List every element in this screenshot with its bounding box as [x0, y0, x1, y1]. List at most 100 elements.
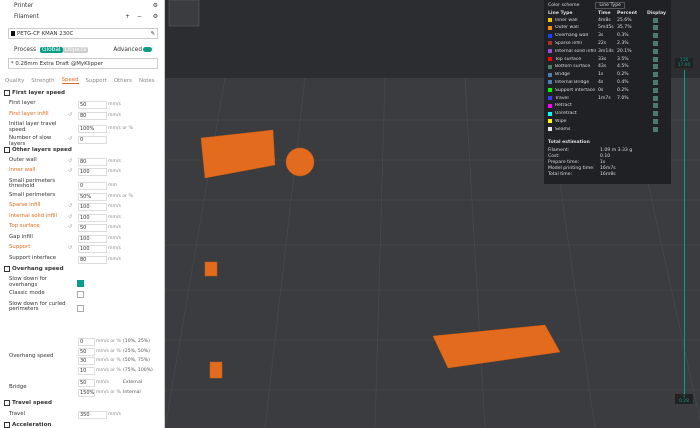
setting-input[interactable]: 100: [78, 245, 107, 253]
overhang-unit: mm/s or %: [96, 339, 121, 344]
display-checkbox[interactable]: [653, 40, 658, 46]
process-profile-select[interactable]: * 0.28mm Extra Draft @MyKlipper: [8, 58, 158, 69]
process-header: Process Global Objects Advanced: [0, 44, 164, 55]
overhang-input[interactable]: 10: [78, 366, 95, 375]
display-checkbox[interactable]: [653, 33, 658, 39]
printer-header[interactable]: Printer ⚙: [0, 0, 164, 11]
legend-row: Retract: [548, 103, 667, 109]
model-part-3[interactable]: [204, 261, 218, 277]
legend-swatch: [548, 119, 552, 124]
setting-input[interactable]: 100: [78, 234, 107, 243]
display-checkbox[interactable]: [653, 87, 658, 93]
filament-color-swatch: [11, 31, 15, 36]
display-checkbox[interactable]: [653, 118, 658, 124]
setting-input[interactable]: 50: [78, 224, 107, 232]
reset-icon[interactable]: ↺: [68, 168, 72, 174]
setting-input[interactable]: 100: [78, 213, 107, 222]
tab-others[interactable]: Others: [114, 78, 132, 84]
reset-icon[interactable]: ↺: [68, 245, 72, 251]
filament-select[interactable]: PETG-CF KMAN 230C ✎: [8, 28, 158, 39]
overhang-range: (10%, 25%): [123, 339, 150, 344]
display-checkbox[interactable]: [653, 79, 658, 85]
reset-icon[interactable]: ↺: [68, 214, 72, 220]
bridge-internal-input[interactable]: 150%: [78, 389, 95, 397]
filament-header[interactable]: Filament + − ⚙: [0, 11, 164, 22]
setting-input[interactable]: 0: [78, 181, 107, 190]
scheme-select[interactable]: Line Type: [595, 1, 626, 9]
travel-unit: mm/s: [108, 412, 121, 417]
reset-icon[interactable]: ↺: [68, 203, 72, 209]
legend-row: Support interface 0s 0.2%: [548, 87, 667, 93]
objects-toggle[interactable]: Objects: [62, 46, 89, 53]
model-part-1[interactable]: [200, 129, 276, 179]
display-checkbox[interactable]: [653, 17, 658, 23]
setting-input[interactable]: 100: [78, 203, 107, 211]
overhang-input[interactable]: 30: [78, 357, 95, 365]
reset-icon[interactable]: ↺: [68, 224, 72, 230]
layer-slider[interactable]: 116 17.00 1 0.28: [675, 58, 693, 408]
legend-swatch: [548, 25, 552, 30]
model-part-4[interactable]: [209, 361, 223, 379]
reset-icon[interactable]: ↺: [68, 158, 72, 164]
reset-icon[interactable]: ↺: [68, 136, 72, 142]
object-thumbnail[interactable]: [168, 0, 200, 27]
tab-strength[interactable]: Strength: [31, 78, 54, 84]
setting-input[interactable]: 100: [78, 168, 107, 176]
slider-top-label: 116 17.00: [675, 58, 693, 68]
setting-label: Slow down for overhangs: [9, 276, 48, 288]
legend-time: 5m45s: [598, 25, 614, 31]
setting-unit: mm/s: [108, 112, 121, 118]
setting-input[interactable]: 100%: [78, 125, 107, 133]
display-checkbox[interactable]: [653, 95, 658, 101]
tab-support[interactable]: Support: [86, 78, 107, 84]
setting-unit: mm: [108, 182, 117, 188]
legend-swatch: [548, 111, 552, 116]
travel-input[interactable]: 350: [78, 411, 107, 419]
setting-checkbox[interactable]: [77, 280, 84, 287]
setting-input[interactable]: 80: [78, 157, 107, 166]
overhang-input[interactable]: 50: [78, 347, 95, 356]
legend-row: Seams: [548, 126, 667, 132]
minus-icon[interactable]: −: [137, 14, 142, 20]
display-checkbox[interactable]: [653, 72, 658, 78]
overhang-input[interactable]: 0: [78, 338, 95, 346]
model-part-2[interactable]: [285, 147, 315, 177]
setting-unit: mm/s: [108, 169, 121, 174]
legend-type: Inner wall: [555, 17, 578, 23]
legend-row: Overhang wall 3s 0.3%: [548, 33, 667, 39]
display-checkbox[interactable]: [653, 48, 658, 54]
total-value: 0.10: [600, 153, 611, 159]
display-checkbox[interactable]: [653, 56, 658, 62]
bridge-external-input[interactable]: 50: [78, 379, 95, 387]
total-value: 16m7s: [600, 166, 616, 172]
setting-label: Support: [9, 244, 31, 250]
global-toggle[interactable]: Global: [40, 46, 63, 53]
advanced-label: Advanced: [113, 46, 142, 53]
setting-input[interactable]: 0: [78, 136, 107, 144]
add-icon[interactable]: +: [125, 14, 130, 20]
setting-input[interactable]: 50: [78, 101, 107, 109]
setting-input[interactable]: 50%: [78, 192, 107, 201]
tab-speed[interactable]: Speed: [61, 77, 79, 84]
reset-icon[interactable]: ↺: [68, 112, 72, 118]
edit-icon[interactable]: ✎: [150, 31, 155, 37]
tab-quality[interactable]: Quality: [5, 78, 24, 84]
model-part-5[interactable]: [432, 324, 561, 369]
setting-input[interactable]: 80: [78, 255, 107, 264]
legend-type: Seams: [555, 126, 571, 132]
display-checkbox[interactable]: [653, 103, 658, 109]
display-checkbox[interactable]: [653, 126, 658, 132]
legend-time: 1s: [598, 72, 604, 78]
legend-header: Line Type Time Percent Display: [548, 10, 667, 16]
advanced-toggle[interactable]: [143, 47, 152, 52]
display-checkbox[interactable]: [653, 25, 658, 31]
display-checkbox[interactable]: [653, 111, 658, 117]
setting-checkbox[interactable]: [77, 304, 84, 312]
gear-icon[interactable]: ⚙: [153, 3, 158, 9]
display-checkbox[interactable]: [653, 64, 658, 70]
gear-icon[interactable]: ⚙: [153, 14, 158, 20]
setting-input[interactable]: 80: [78, 111, 107, 120]
setting-checkbox[interactable]: [77, 291, 84, 298]
section-icon: [4, 422, 10, 428]
tab-notes[interactable]: Notes: [139, 78, 155, 84]
